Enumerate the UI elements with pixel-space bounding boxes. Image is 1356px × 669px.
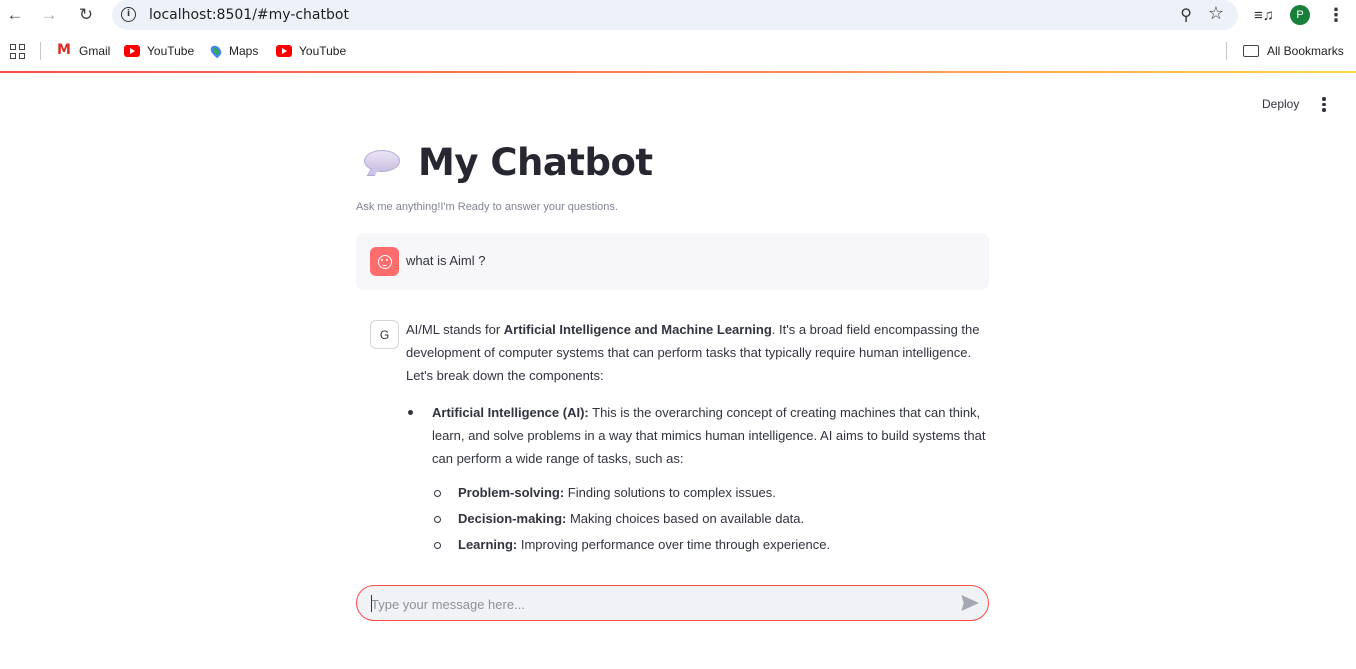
bookmark-label: YouTube bbox=[299, 44, 347, 58]
chat-message-input[interactable] bbox=[371, 594, 941, 614]
page-title: My Chatbot bbox=[362, 134, 653, 190]
bookmark-youtube-1[interactable]: YouTube bbox=[124, 42, 194, 60]
user-message-text: what is Aiml ? bbox=[406, 253, 486, 268]
bookmark-star-icon[interactable]: ☆ bbox=[1208, 3, 1224, 24]
folder-icon bbox=[1243, 45, 1259, 57]
gmail-icon bbox=[56, 42, 72, 58]
browser-toolbar: ← → ↻ i localhost:8501/#my-chatbot ⚲ ☆ ≡… bbox=[0, 0, 1356, 30]
bookmark-label: YouTube bbox=[147, 44, 195, 58]
bookmark-label: Gmail bbox=[79, 44, 111, 58]
send-icon[interactable] bbox=[961, 595, 979, 611]
bookmark-separator bbox=[40, 42, 41, 60]
apps-grid-icon[interactable] bbox=[10, 44, 25, 59]
app-menu-icon[interactable] bbox=[1316, 94, 1332, 114]
page-subtitle: Ask me anything!I'm Ready to answer your… bbox=[356, 201, 618, 213]
reload-icon[interactable]: ↻ bbox=[74, 3, 98, 27]
scroll-fade bbox=[406, 556, 990, 580]
zoom-icon[interactable]: ⚲ bbox=[1180, 5, 1192, 25]
bot-chat-message: AI/ML stands for Artificial Intelligence… bbox=[406, 318, 990, 571]
bookmark-gmail[interactable]: Gmail bbox=[56, 42, 110, 60]
bookmark-youtube-2[interactable]: YouTube bbox=[276, 42, 346, 60]
deploy-button[interactable]: Deploy bbox=[1253, 94, 1308, 114]
all-bookmarks-label: All Bookmarks bbox=[1267, 44, 1344, 58]
bot-intro-bold: Artificial Intelligence and Machine Lear… bbox=[503, 322, 772, 337]
avatar: P bbox=[1290, 5, 1310, 25]
user-chat-message: what is Aiml ? bbox=[356, 233, 989, 290]
browser-menu-icon[interactable]: ⋮ bbox=[1324, 3, 1348, 27]
profile-button[interactable]: P bbox=[1288, 3, 1312, 27]
page-title-text: My Chatbot bbox=[418, 140, 653, 184]
bot-bullet-list: Artificial Intelligence (AI): This is th… bbox=[406, 401, 990, 558]
bot-avatar: G bbox=[370, 320, 399, 349]
list-item: Decision-making: Making choices based on… bbox=[432, 506, 990, 532]
chat-input-box[interactable] bbox=[356, 585, 989, 621]
all-bookmarks-button[interactable]: All Bookmarks bbox=[1243, 42, 1344, 60]
bookmark-separator bbox=[1226, 42, 1227, 60]
text-caret bbox=[371, 595, 372, 612]
user-avatar-icon bbox=[370, 247, 399, 276]
bookmarks-bar: Gmail YouTube Maps YouTube All Bookmarks bbox=[0, 38, 1356, 64]
list-item: Problem-solving: Finding solutions to co… bbox=[432, 480, 990, 506]
bookmark-label: Maps bbox=[229, 44, 259, 58]
youtube-icon bbox=[276, 45, 292, 57]
media-control-icon[interactable]: ≡♫ bbox=[1252, 3, 1276, 27]
bookmark-maps[interactable]: Maps bbox=[208, 42, 259, 60]
bot-sub-list: Problem-solving: Finding solutions to co… bbox=[432, 480, 990, 558]
speech-bubble-icon bbox=[362, 148, 402, 176]
bot-intro-paragraph: AI/ML stands for Artificial Intelligence… bbox=[406, 322, 980, 383]
maps-icon bbox=[208, 43, 224, 59]
address-bar[interactable]: i localhost:8501/#my-chatbot ⚲ ☆ bbox=[112, 0, 1238, 30]
list-item: Artificial Intelligence (AI): This is th… bbox=[406, 401, 990, 558]
site-info-icon[interactable]: i bbox=[121, 7, 136, 22]
forward-arrow-icon[interactable]: → bbox=[37, 3, 61, 27]
youtube-icon bbox=[124, 45, 140, 57]
url-text[interactable]: localhost:8501/#my-chatbot bbox=[149, 7, 349, 23]
back-arrow-icon[interactable]: ← bbox=[3, 3, 27, 27]
app-decoration-line bbox=[0, 71, 1356, 73]
list-item: Learning: Improving performance over tim… bbox=[432, 532, 990, 558]
